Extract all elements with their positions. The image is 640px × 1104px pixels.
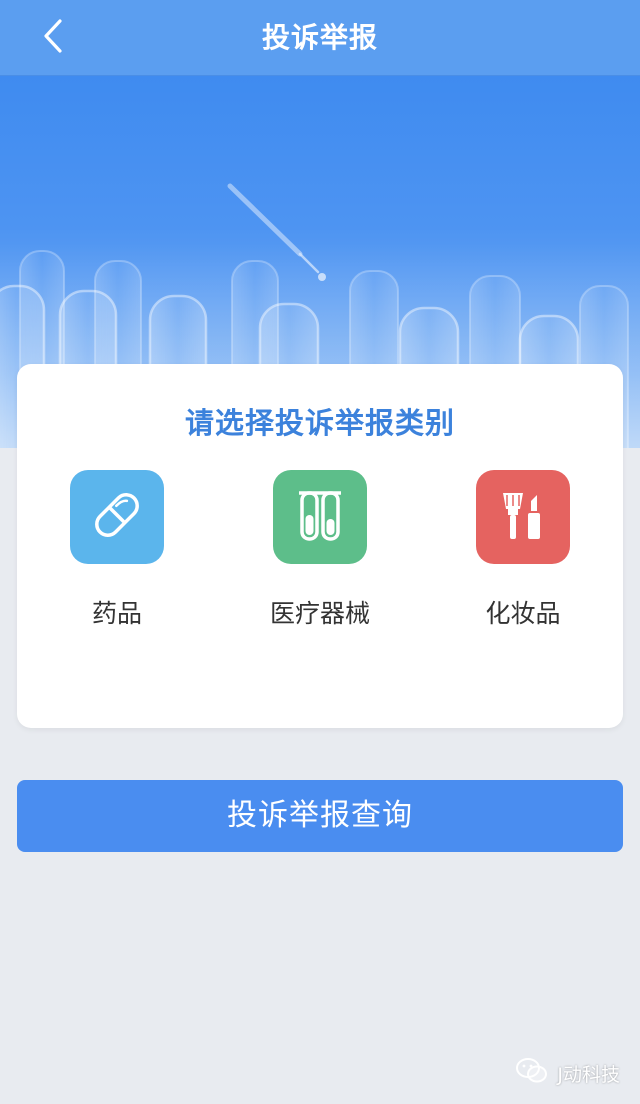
drug-label: 药品 [91, 599, 142, 628]
test-tubes-icon [290, 485, 350, 549]
watermark-text: J动科技 [557, 1064, 620, 1086]
wechat-logo-icon [515, 1057, 557, 1090]
makeup-brush-lipstick-icon [493, 485, 553, 549]
page-title: 投诉举报 [261, 21, 378, 54]
medical-device-tile [273, 470, 367, 564]
pill-capsule-icon [87, 485, 147, 549]
card-title: 请选择投诉举报类别 [184, 406, 455, 440]
category-drug[interactable]: 药品 [27, 470, 207, 640]
category-card: 请选择投诉举报类别 药品 医疗器械 化妆品 [17, 364, 623, 728]
category-cosmetics[interactable]: 化妆品 [433, 470, 613, 640]
complaint-query-button[interactable]: 投诉举报查询 [17, 780, 623, 852]
medical-device-label: 医疗器械 [269, 599, 370, 628]
top-navbar: 投诉举报 [0, 0, 640, 76]
cosmetics-label: 化妆品 [485, 599, 561, 628]
cosmetics-tile [476, 470, 570, 564]
drug-tile [70, 470, 164, 564]
category-medical-device[interactable]: 医疗器械 [230, 470, 410, 640]
watermark: J动科技 [515, 1057, 620, 1090]
